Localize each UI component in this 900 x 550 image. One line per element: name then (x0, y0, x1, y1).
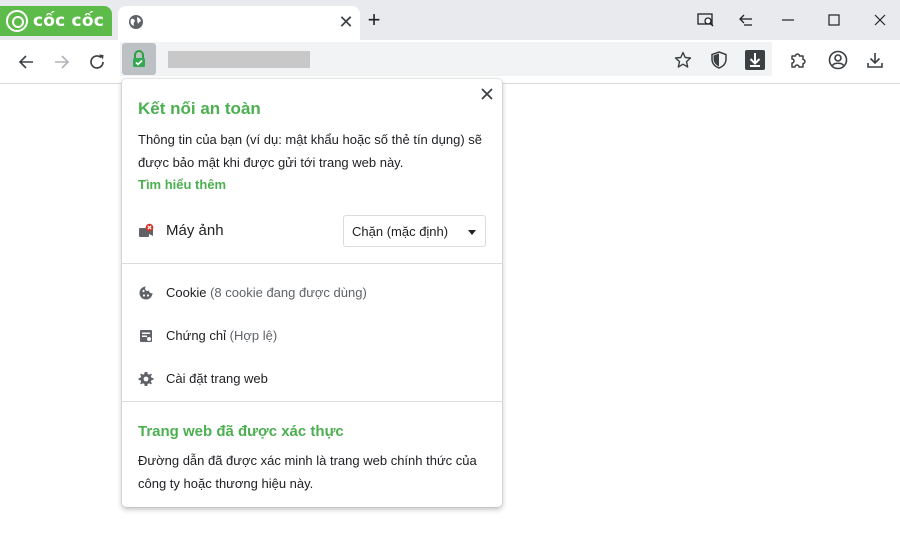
coccoc-brand-button[interactable]: cốc cốc (0, 6, 112, 36)
url-text[interactable] (168, 51, 310, 68)
download-badge-icon[interactable] (741, 46, 769, 74)
shield-icon[interactable] (705, 46, 733, 74)
camera-blocked-icon (139, 223, 154, 237)
connection-description: Thông tin của bạn (ví dụ: mật khẩu hoặc … (138, 132, 482, 170)
extensions-icon[interactable] (784, 46, 812, 74)
screen-search-icon[interactable] (688, 4, 724, 36)
lock-icon[interactable] (122, 43, 156, 75)
globe-icon (129, 15, 143, 29)
reload-icon[interactable] (83, 48, 111, 76)
active-tab[interactable]: ✕ (118, 6, 360, 40)
certificate-label: Chứng chỉ (166, 328, 227, 343)
site-settings-row[interactable]: Cài đặt trang web (138, 367, 486, 391)
certificate-row[interactable]: Chứng chỉ (Hợp lệ) (138, 324, 486, 348)
back-icon[interactable] (12, 48, 40, 76)
cookie-label: Cookie (166, 285, 207, 300)
camera-label: Máy ảnh (166, 222, 224, 239)
brand-name: cốc cốc (33, 11, 104, 31)
chevron-down-icon (468, 230, 476, 235)
certificate-icon (140, 330, 152, 342)
profile-icon[interactable] (824, 46, 852, 74)
new-tab-button[interactable]: + (364, 9, 384, 31)
popup-close-icon[interactable] (476, 83, 498, 105)
divider (122, 401, 502, 402)
gear-icon (138, 372, 154, 386)
connection-title: Kết nối an toàn (138, 99, 261, 118)
coccoc-logo-icon (6, 10, 28, 32)
camera-permission-row: Máy ảnh Chặn (mặc định) (138, 215, 486, 247)
verified-title: Trang web đã được xác thực (138, 423, 344, 440)
camera-permission-select[interactable]: Chặn (mặc định) (343, 215, 486, 247)
forward-icon[interactable] (48, 48, 76, 76)
downloads-icon[interactable] (861, 46, 889, 74)
close-icon[interactable] (862, 4, 898, 36)
site-settings-label: Cài đặt trang web (166, 371, 268, 386)
learn-more-link[interactable]: Tìm hiểu thêm (138, 177, 226, 192)
tab-close-icon[interactable]: ✕ (336, 12, 356, 32)
divider (122, 263, 502, 264)
back-arrow-icon[interactable] (728, 4, 764, 36)
maximize-icon[interactable] (816, 4, 852, 36)
certificate-detail: (Hợp lệ) (226, 328, 278, 343)
cookie-row[interactable]: Cookie (8 cookie đang được dùng) (138, 281, 486, 305)
verified-description: Đường dẫn đã được xác minh là trang web … (138, 453, 477, 491)
tab-strip: cốc cốc ✕ + (0, 0, 900, 40)
camera-permission-value: Chặn (mặc định) (352, 224, 449, 239)
star-icon[interactable] (669, 46, 697, 74)
cookie-icon (139, 286, 153, 300)
minimize-icon[interactable] (770, 4, 806, 36)
cookie-detail: (8 cookie đang được dùng) (206, 285, 367, 300)
site-info-popup: Kết nối an toàn Thông tin của bạn (ví dụ… (122, 79, 502, 507)
